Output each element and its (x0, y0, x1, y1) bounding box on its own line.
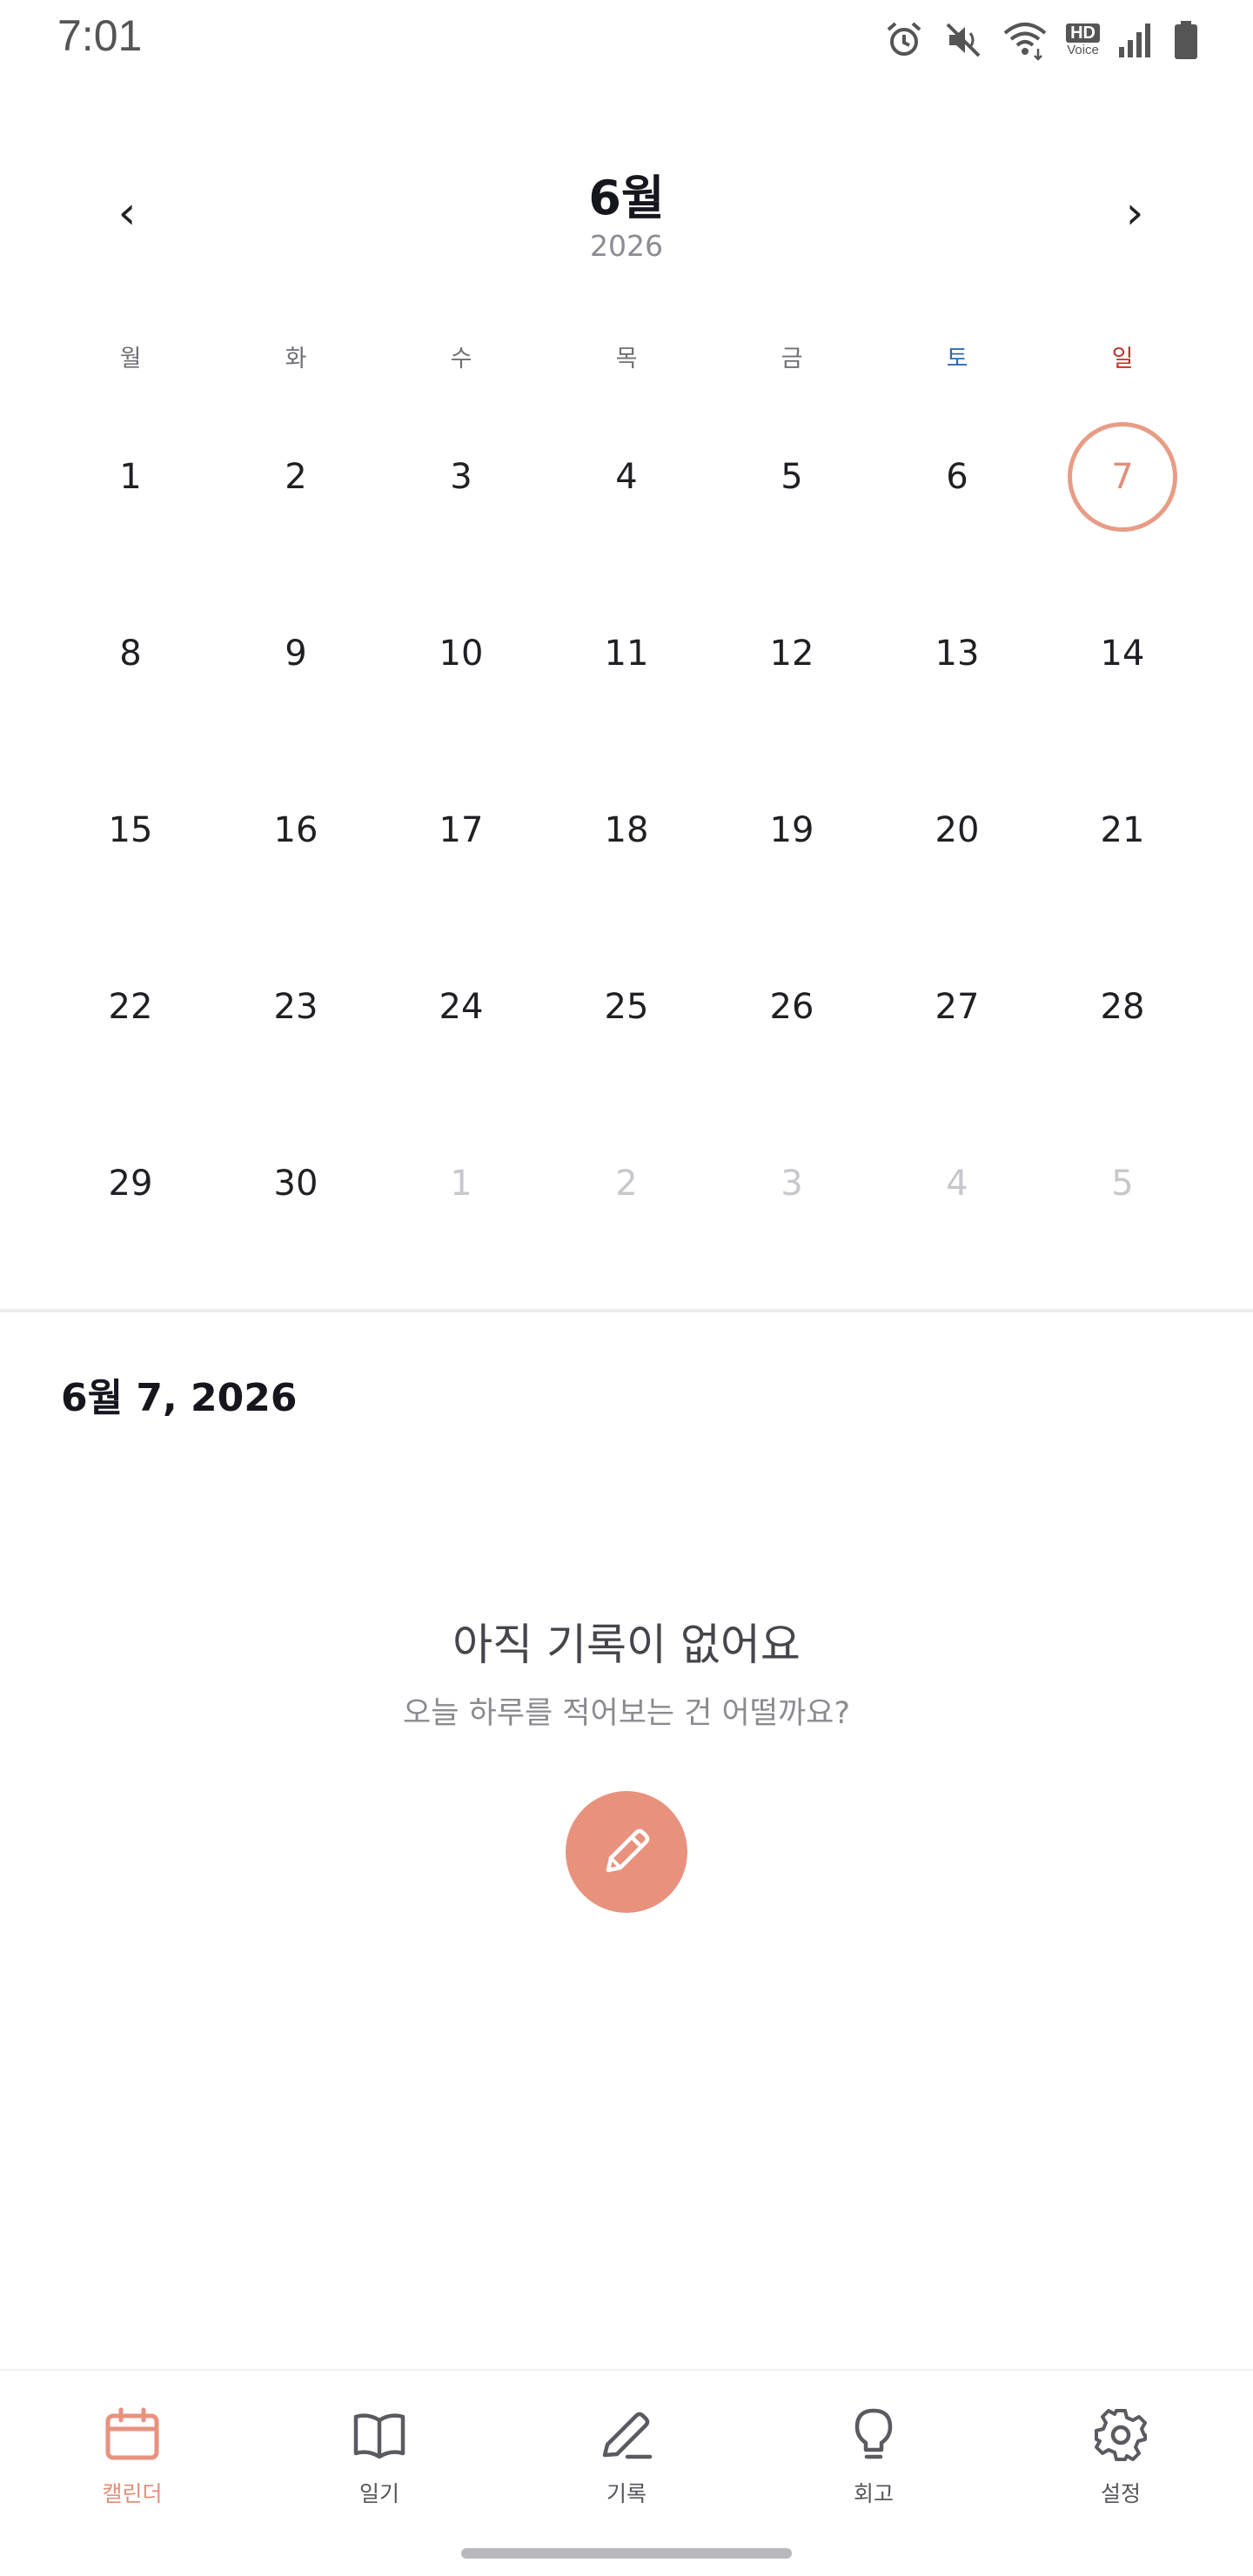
calendar-day-next-month[interactable]: 3 (709, 1095, 874, 1271)
hd-text: HD (1066, 23, 1100, 43)
mute-icon (946, 23, 981, 57)
calendar-day[interactable]: 8 (48, 565, 213, 741)
month-title: 6월 (588, 171, 665, 225)
calendar-day-next-month[interactable]: 4 (874, 1095, 1040, 1271)
calendar-day[interactable]: 17 (379, 741, 544, 918)
calendar-day[interactable]: 6 (874, 388, 1040, 565)
calendar-day[interactable]: 21 (1040, 741, 1205, 918)
calendar-day[interactable]: 18 (544, 741, 709, 918)
year-label: 2026 (590, 229, 663, 263)
calendar-day[interactable]: 5 (709, 388, 874, 565)
calendar-day[interactable]: 26 (709, 918, 874, 1095)
calendar-screen: 7:01 HD Voice ‹ 6월 2026 › 월 화 수 목 금 토 일 … (0, 0, 1253, 2576)
calendar-day[interactable]: 14 (1040, 565, 1205, 741)
calendar-day[interactable]: 12 (709, 565, 874, 741)
nav-settings-label: 설정 (1100, 2481, 1141, 2506)
weekday-tue: 화 (285, 345, 307, 372)
calendar-day[interactable]: 20 (874, 741, 1040, 918)
month-header: ‹ 6월 2026 › (0, 152, 1253, 283)
pencil-icon (606, 1828, 650, 1873)
calendar-day[interactable]: 3 (379, 388, 544, 565)
weekday-sun: 일 (1111, 345, 1134, 372)
calendar-day[interactable]: 16 (213, 741, 379, 918)
calendar-day[interactable]: 11 (544, 565, 709, 741)
wifi-icon (1003, 23, 1047, 61)
calendar-day[interactable]: 4 (544, 388, 709, 565)
calendar-day[interactable]: 29 (48, 1095, 213, 1271)
weekday-wed: 수 (450, 345, 472, 372)
selected-date-title: 6월 7, 2026 (61, 1376, 298, 1420)
battery-icon (1175, 21, 1197, 59)
empty-state-title: 아직 기록이 없어요 (452, 1620, 801, 1670)
week-row-2: 8 9 10 11 12 13 14 (48, 565, 1205, 741)
next-month-button[interactable]: › (1100, 178, 1169, 248)
signal-icon (1119, 23, 1150, 57)
nav-record[interactable]: 기록 (522, 2371, 731, 2508)
calendar-day[interactable]: 10 (379, 565, 544, 741)
week-row-4: 22 23 24 25 26 27 28 (48, 918, 1205, 1095)
voice-text: Voice (1067, 43, 1099, 57)
calendar-day[interactable]: 19 (709, 741, 874, 918)
calendar-day-next-month[interactable]: 5 (1040, 1095, 1205, 1271)
calendar-day[interactable]: 25 (544, 918, 709, 1095)
calendar-icon (101, 2404, 164, 2466)
nav-diary[interactable]: 일기 (275, 2371, 484, 2508)
calendar-day[interactable]: 2 (213, 388, 379, 565)
nav-reflection-label: 회고 (853, 2481, 894, 2506)
calendar-day[interactable]: 24 (379, 918, 544, 1095)
weekday-sat: 토 (946, 345, 968, 372)
book-icon (348, 2404, 411, 2466)
weekday-thu: 목 (615, 345, 638, 372)
calendar-day-next-month[interactable]: 2 (544, 1095, 709, 1271)
alarm-icon (887, 22, 921, 56)
calendar-day-today[interactable]: 7 (1040, 388, 1205, 565)
nav-calendar-label: 캘린더 (102, 2481, 163, 2506)
empty-state-subtitle: 오늘 하루를 적어보는 건 어떨까요? (403, 1696, 850, 1731)
weekday-header-row: 월 화 수 목 금 토 일 (48, 331, 1205, 388)
gear-icon (1089, 2404, 1152, 2466)
calendar-day[interactable]: 15 (48, 741, 213, 918)
nav-calendar[interactable]: 캘린더 (28, 2371, 237, 2508)
lightbulb-icon (842, 2404, 905, 2466)
bottom-navigation: 캘린더 일기 기록 회고 설정 (0, 2369, 1253, 2576)
calendar-day[interactable]: 13 (874, 565, 1040, 741)
section-divider (0, 1309, 1253, 1312)
calendar-day[interactable]: 1 (48, 388, 213, 565)
calendar-day[interactable]: 23 (213, 918, 379, 1095)
calendar-grid: 월 화 수 목 금 토 일 1 2 3 4 5 6 7 8 9 10 11 12… (48, 331, 1205, 1271)
calendar-day[interactable]: 22 (48, 918, 213, 1095)
write-entry-button[interactable] (566, 1791, 687, 1913)
calendar-day[interactable]: 9 (213, 565, 379, 741)
week-row-5: 29 30 1 2 3 4 5 (48, 1095, 1205, 1271)
calendar-day[interactable]: 30 (213, 1095, 379, 1271)
weekday-mon: 월 (119, 345, 142, 372)
status-icons: HD Voice (883, 16, 1199, 64)
nav-record-label: 기록 (606, 2481, 647, 2506)
calendar-day-next-month[interactable]: 1 (379, 1095, 544, 1271)
calendar-day[interactable]: 28 (1040, 918, 1205, 1095)
home-indicator[interactable] (461, 2548, 792, 2559)
hd-voice-icon: HD Voice (1066, 23, 1100, 57)
nav-diary-label: 일기 (358, 2481, 399, 2506)
week-row-3: 15 16 17 18 19 20 21 (48, 741, 1205, 918)
status-bar: 7:01 HD Voice (0, 0, 1253, 78)
weekday-fri: 금 (781, 345, 803, 372)
status-time: 7:01 (57, 11, 143, 60)
week-row-1: 1 2 3 4 5 6 7 (48, 388, 1205, 565)
nav-settings[interactable]: 설정 (1016, 2371, 1225, 2508)
calendar-day[interactable]: 27 (874, 918, 1040, 1095)
nav-reflection[interactable]: 회고 (769, 2371, 978, 2508)
pen-icon (595, 2404, 658, 2466)
